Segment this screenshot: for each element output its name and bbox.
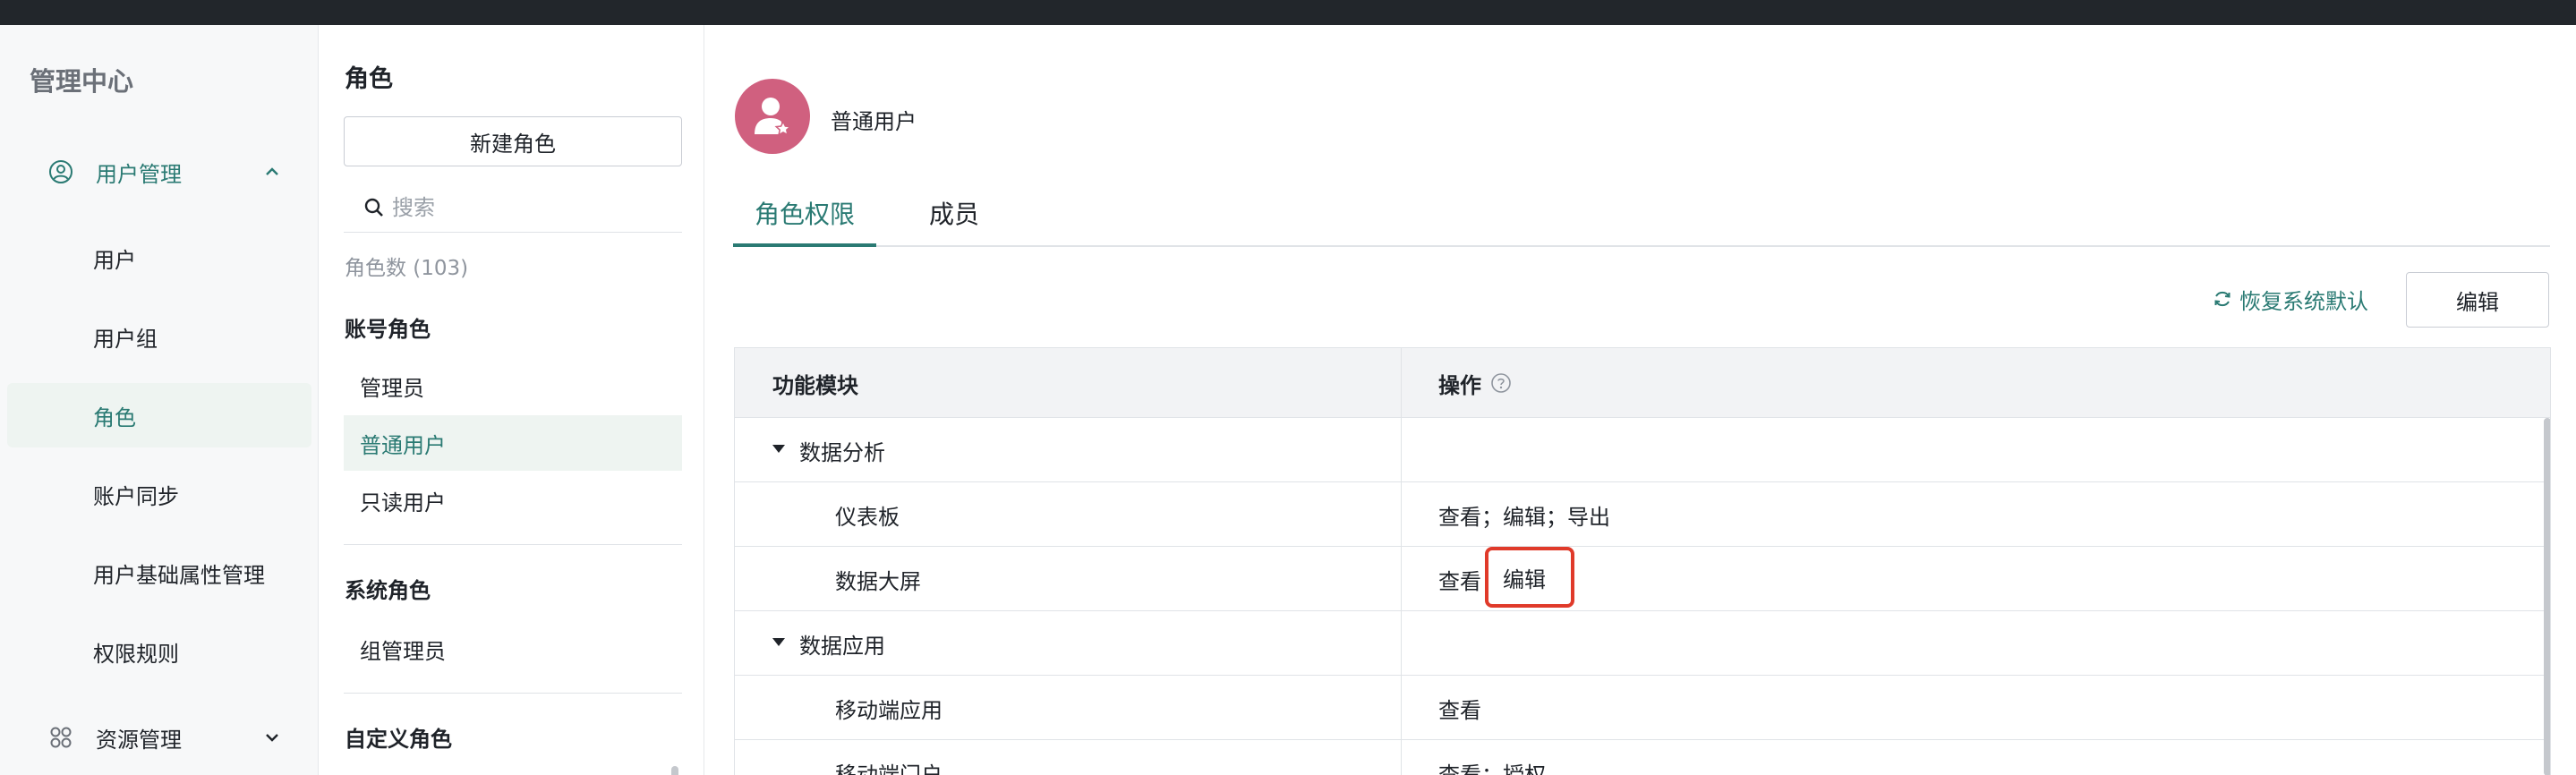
- operation-cell: 查看；编辑；导出: [1438, 504, 1610, 530]
- grid-icon: [48, 725, 73, 750]
- role-panel-title: 角色: [345, 65, 393, 93]
- section-title-account-roles: 账号角色: [345, 317, 431, 342]
- sidebar-item-user-attributes[interactable]: 用户基础属性管理: [7, 541, 311, 605]
- column-header-operation-label: 操作: [1438, 372, 1481, 398]
- sidebar-item-account-sync[interactable]: 账户同步: [7, 462, 311, 526]
- nav-group-label: 用户管理: [96, 161, 182, 187]
- nav-group-resource-management[interactable]: 资源管理: [0, 711, 319, 764]
- avatar: [735, 79, 810, 154]
- module-name: 移动端门户: [835, 762, 943, 775]
- caret-down-icon[interactable]: [772, 445, 785, 453]
- role-search: [344, 183, 682, 233]
- column-divider: [1401, 348, 1402, 775]
- role-count: 角色数 (103): [345, 257, 469, 280]
- role-item-readonly-user[interactable]: 只读用户: [344, 473, 682, 528]
- table-row: 仪表板 查看；编辑；导出: [735, 482, 2550, 547]
- column-header-operation: 操作: [1438, 348, 1512, 418]
- highlight-box: [1485, 547, 1574, 608]
- role-name: 普通用户: [831, 109, 917, 134]
- user-circle-icon: [48, 159, 73, 184]
- divider: [344, 693, 682, 694]
- column-header-module: 功能模块: [772, 372, 858, 398]
- role-item-group-admin[interactable]: 组管理员: [344, 621, 682, 677]
- module-name: 数据大屏: [835, 568, 921, 594]
- caret-down-icon[interactable]: [772, 638, 785, 646]
- table-row: 移动端门户 查看；授权: [735, 740, 2550, 775]
- table-row: 数据分析: [735, 418, 2550, 482]
- section-title-system-roles: 系统角色: [345, 578, 431, 603]
- section-title-custom-roles: 自定义角色: [345, 727, 452, 752]
- sidebar-item-roles[interactable]: 角色: [7, 383, 311, 447]
- role-list-panel: 角色 新建角色 角色数 (103) 账号角色 管理员 普通用户 只读用户 系统角…: [320, 25, 704, 775]
- tab-bar: 角色权限 成员: [733, 195, 2550, 247]
- top-bar: [0, 0, 2576, 25]
- edit-button[interactable]: 编辑: [2406, 272, 2549, 328]
- restore-default-label: 恢复系统默认: [2239, 288, 2368, 314]
- module-name: 数据应用: [799, 633, 885, 659]
- nav-group-label: 资源管理: [96, 727, 182, 753]
- sidebar-item-users[interactable]: 用户: [7, 226, 311, 290]
- chevron-up-icon: [263, 163, 281, 181]
- module-name: 数据分析: [799, 439, 885, 465]
- module-name: 移动端应用: [835, 697, 943, 723]
- divider: [344, 544, 682, 545]
- table-header: 功能模块 操作: [735, 348, 2550, 418]
- sidebar-item-permission-rules[interactable]: 权限规则: [7, 619, 311, 684]
- sidebar-nav: 管理中心 用户管理 用户 用户组 角色 账户同步 用户基础属性管理 权限规则 资…: [0, 25, 319, 775]
- role-item-admin[interactable]: 管理员: [344, 358, 682, 413]
- new-role-button[interactable]: 新建角色: [344, 116, 682, 166]
- app-title: 管理中心: [30, 66, 134, 97]
- permission-table: 功能模块 操作 数据分析 仪表板 查看；编辑；导出 数据大屏 查看 数据应用 移…: [734, 347, 2551, 775]
- sidebar-item-user-groups[interactable]: 用户组: [7, 304, 311, 369]
- main-content: 普通用户 角色权限 成员 恢复系统默认 编辑 功能模块 操作 数据分析 仪表板 …: [705, 25, 2576, 775]
- help-icon[interactable]: [1490, 372, 1512, 394]
- user-star-icon: [755, 98, 792, 136]
- table-row: 移动端应用 查看: [735, 676, 2550, 740]
- refresh-icon: [2214, 291, 2231, 307]
- table-row: 数据大屏 查看: [735, 547, 2550, 611]
- search-input[interactable]: [392, 192, 670, 224]
- operation-cell: 查看: [1438, 568, 1481, 594]
- operation-cell: 查看；授权: [1438, 762, 1546, 775]
- table-scrollbar[interactable]: [2544, 418, 2550, 775]
- chevron-down-icon: [263, 728, 281, 746]
- restore-default-link[interactable]: 恢复系统默认: [2213, 283, 2368, 315]
- module-name: 仪表板: [835, 504, 900, 530]
- role-item-normal-user[interactable]: 普通用户: [344, 415, 682, 471]
- table-row: 数据应用: [735, 611, 2550, 676]
- search-icon: [364, 198, 383, 217]
- nav-group-user-management[interactable]: 用户管理: [0, 145, 319, 199]
- operation-cell: 查看: [1438, 697, 1481, 723]
- tab-members[interactable]: 成员: [923, 195, 985, 247]
- scrollbar-thumb[interactable]: [671, 766, 678, 775]
- tab-role-permissions[interactable]: 角色权限: [733, 195, 876, 247]
